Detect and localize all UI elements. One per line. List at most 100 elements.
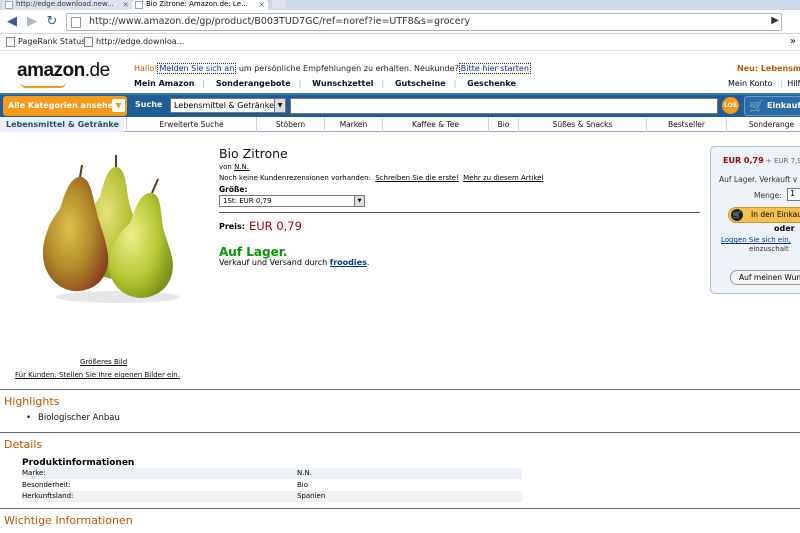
greeting-text: um persönliche Empfehlungen zu erhalten.…	[236, 64, 459, 73]
new-lebensmittel-link[interactable]: Neu: Lebensmittel	[737, 64, 800, 73]
subnav-suesses-snacks[interactable]: Süßes & Snacks	[518, 117, 646, 132]
one-click-suffix: einzuschalt	[749, 245, 789, 253]
product-image[interactable]	[38, 137, 188, 307]
address-bar[interactable]: http://www.amazon.de/gp/product/B003TUD7…	[66, 13, 782, 31]
quantity-input[interactable]: 1	[787, 188, 800, 201]
mein-konto-link[interactable]: Mein Konto	[728, 79, 773, 88]
category-subnav: Lebensmittel & Getränke Erweiterte Suche…	[0, 117, 800, 132]
size-value: 1St: EUR 0,79	[223, 197, 272, 205]
nav-separator: |	[381, 79, 385, 88]
nav-geschenke[interactable]: Geschenke	[467, 79, 516, 88]
bookmark-edge[interactable]: http://edge.downloa...	[84, 37, 184, 47]
tab-amazon[interactable]: Bio Zitrone: Amazon.de: Le... ×	[132, 0, 268, 10]
nav-separator: |	[298, 79, 302, 88]
brand-link[interactable]: N.N.	[234, 163, 249, 171]
subnav-stoebern[interactable]: Stöbern	[256, 117, 324, 132]
section-divider	[0, 508, 800, 509]
row-key: Besonderheit:	[22, 481, 71, 489]
subnav-bio[interactable]: Bio	[488, 117, 518, 132]
bookmark-icon	[6, 37, 15, 47]
category-value: Lebensmittel & Getränke	[174, 101, 275, 110]
table-row: Besonderheit: Bio	[22, 480, 522, 491]
add-to-cart-button[interactable]: 🛒 In den Einkauf	[728, 207, 800, 223]
page-icon	[71, 17, 81, 28]
upload-images-link[interactable]: Für Kunden: Stellen Sie Ihre eigenen Bil…	[15, 371, 180, 379]
highlights-title: Highlights	[4, 395, 60, 408]
add-to-wishlist-button[interactable]: Auf meinen Wuns	[730, 270, 800, 285]
one-click-login-link[interactable]: Loggen Sie sich ein,	[721, 236, 791, 244]
amazon-logo[interactable]: amazon.de	[17, 60, 110, 88]
section-divider	[0, 432, 800, 433]
seller-link[interactable]: froodies	[330, 258, 367, 267]
row-value: N.N.	[297, 469, 312, 477]
shipping-suffix: .	[366, 258, 370, 267]
shipping-cost: + EUR 7,90	[765, 157, 800, 165]
cart-label: Einkaufs	[767, 101, 800, 110]
divider	[219, 212, 700, 213]
chevron-down-icon: ▼	[112, 99, 125, 112]
highlight-item: Biologischer Anbau	[26, 413, 120, 423]
subnav-current[interactable]: Lebensmittel & Getränke	[0, 117, 124, 132]
logo-tld: .de	[84, 60, 110, 81]
search-category-select[interactable]: Lebensmittel & Getränke ▼	[170, 98, 286, 113]
row-key: Marke:	[22, 469, 46, 477]
by-prefix: von	[219, 163, 235, 171]
logo-text: amazon	[17, 60, 85, 81]
buybox-price-value: EUR 0,79	[723, 156, 764, 165]
cart-button[interactable]: 🛒 Einkaufs	[744, 96, 800, 116]
tab-download[interactable]: http://edge.download.new... ×	[2, 0, 132, 10]
subnav-bestseller[interactable]: Bestseller	[646, 117, 726, 132]
amazon-favicon-icon	[135, 1, 143, 9]
nav-gutscheine[interactable]: Gutscheine	[395, 79, 446, 88]
forward-icon[interactable]: ▶	[24, 14, 40, 30]
hallo-text: Hallo!	[134, 64, 158, 73]
login-link[interactable]: Melden Sie sich an	[157, 63, 237, 74]
go-arrow-icon[interactable]: ▶	[771, 15, 779, 26]
nav-sonderangebote[interactable]: Sonderangebote	[216, 79, 291, 88]
subnav-sonderangebote[interactable]: Sonderange	[726, 117, 800, 132]
greeting: Hallo! Melden Sie sich an um persönliche …	[134, 63, 531, 74]
table-row: Marke: N.N.	[22, 468, 522, 479]
section-divider	[0, 389, 800, 390]
subnav-kaffee-tee[interactable]: Kaffee & Tee	[382, 117, 488, 132]
bookmarks-more-icon[interactable]: »	[790, 36, 796, 47]
page-icon	[5, 1, 13, 9]
row-value: Spanien	[297, 492, 326, 500]
product-title: Bio Zitrone	[219, 146, 288, 161]
back-icon[interactable]: ◀	[4, 14, 20, 30]
reload-icon[interactable]: ↻	[44, 14, 60, 30]
hilfe-link[interactable]: Hilfe	[787, 79, 800, 88]
bigger-image-link[interactable]: Größeres Bild	[80, 358, 127, 366]
new-tab-button[interactable]	[272, 0, 286, 9]
nav-separator: |	[780, 79, 784, 88]
nav-mein-amazon[interactable]: Mein Amazon	[134, 79, 194, 88]
row-key: Herkunftsland:	[22, 492, 74, 500]
subnav-marken[interactable]: Marken	[324, 117, 382, 132]
search-go-button[interactable]: LOS	[722, 97, 739, 114]
important-info-title: Wichtige Informationen	[4, 514, 133, 527]
search-label: Suche	[135, 100, 163, 109]
amazon-smile-icon	[20, 82, 66, 88]
subnav-erweiterte-suche[interactable]: Erweiterte Suche	[126, 117, 256, 132]
or-text: oder	[774, 224, 795, 233]
account-links: Mein Konto |Hilfe	[728, 79, 800, 88]
product-brand: von N.N.	[219, 163, 249, 171]
start-link[interactable]: Bitte hier starten	[458, 63, 531, 74]
bookmark-label: PageRank Status	[18, 37, 86, 46]
size-select[interactable]: 1St: EUR 0,79 ▼	[219, 195, 365, 207]
search-bar: Alle Kategorien ansehen ▼ Suche Lebensmi…	[0, 93, 800, 117]
chevron-down-icon: ▼	[274, 99, 285, 112]
close-icon[interactable]: ×	[122, 0, 129, 9]
chevron-down-icon: ▼	[354, 196, 364, 206]
row-value: Bio	[297, 481, 309, 489]
close-icon[interactable]: ×	[258, 0, 265, 9]
search-input[interactable]	[290, 98, 718, 114]
shipping-info: Verkauf und Versand durch froodies.	[219, 258, 369, 267]
nav-separator: |	[202, 79, 206, 88]
more-about-link[interactable]: Mehr zu diesem Artikel	[463, 174, 543, 182]
nav-wunschzettel[interactable]: Wunschzettel	[312, 79, 373, 88]
details-title: Details	[4, 438, 43, 451]
all-categories-button[interactable]: Alle Kategorien ansehen ▼	[3, 96, 127, 116]
write-review-link[interactable]: Schreiben Sie die erste!	[375, 174, 459, 182]
bookmark-pagerank[interactable]: PageRank Status	[6, 37, 86, 47]
